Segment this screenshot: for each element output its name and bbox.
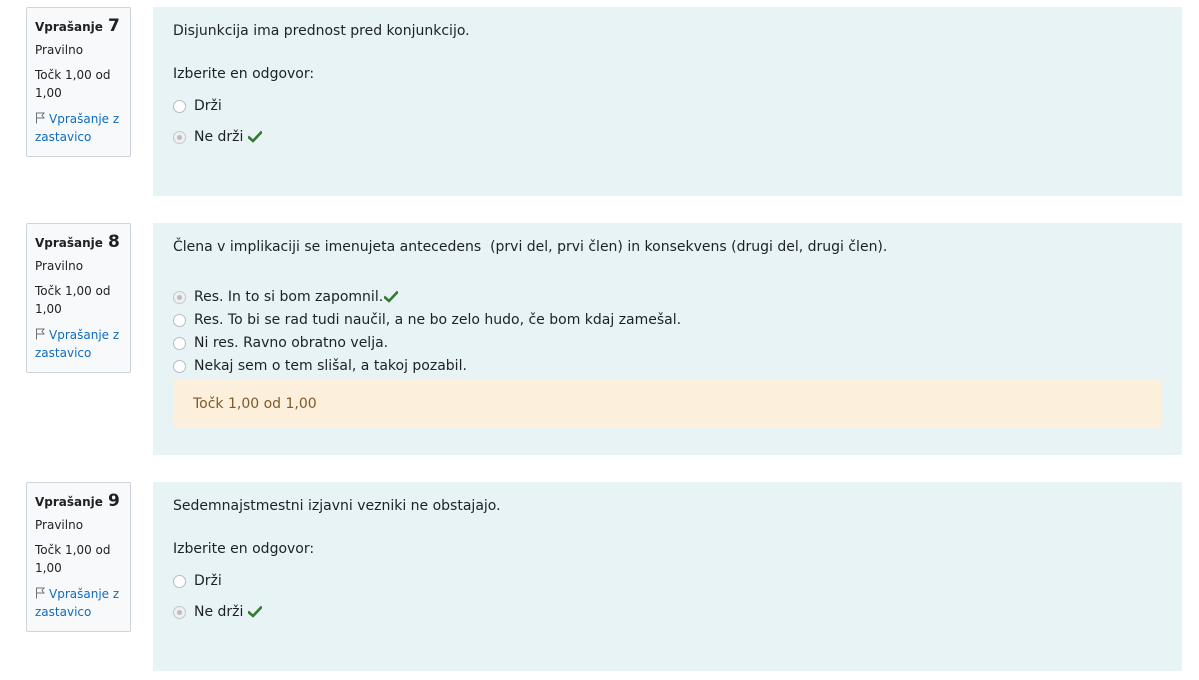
answer-option[interactable]: Ne drži	[173, 127, 1162, 147]
answer-label: Drži	[194, 573, 222, 589]
question-content: Disjunkcija ima prednost pred konjunkcij…	[153, 7, 1182, 196]
question-grade: Točk 1,00 od 1,00	[35, 68, 111, 100]
radio-icon[interactable]	[173, 290, 186, 304]
question-text: Sedemnajstmestni izjavni vezniki ne obst…	[173, 498, 501, 514]
question-label: Vprašanje	[35, 495, 103, 509]
question-number-value: 8	[108, 232, 120, 252]
answer-label: Res. To bi se rad tudi naučil, a ne bo z…	[194, 312, 682, 328]
question-state: Pravilno	[35, 518, 84, 532]
flag-question-label: Vprašanje z zastavico	[35, 328, 120, 360]
answer-options: Drži Ne drži	[173, 571, 1162, 622]
question-info: Vprašanje 8 Pravilno Točk 1,00 od 1,00 V…	[26, 223, 131, 373]
question-grade: Točk 1,00 od 1,00	[35, 543, 111, 575]
outcome-feedback: Točk 1,00 od 1,00	[173, 380, 1162, 428]
question-label: Vprašanje	[35, 236, 103, 250]
question-grade: Točk 1,00 od 1,00	[35, 284, 111, 316]
answer-label: Ne drži	[194, 604, 244, 620]
question-number-value: 9	[108, 491, 120, 511]
answer-prompt: Izberite en odgovor:	[173, 541, 315, 557]
flag-question-link[interactable]: Vprašanje z zastavico	[35, 110, 122, 146]
question-number: Vprašanje 7	[35, 16, 122, 36]
question-info: Vprašanje 9 Pravilno Točk 1,00 od 1,00 V…	[26, 482, 131, 632]
answer-option[interactable]: Ni res. Ravno obratno velja.	[173, 333, 1162, 353]
answer-option[interactable]: Res. In to si bom zapomnil.	[173, 287, 1162, 307]
check-icon	[248, 606, 263, 618]
radio-icon[interactable]	[173, 574, 186, 588]
answer-options: Drži Ne drži	[173, 96, 1162, 147]
question-number: Vprašanje 9	[35, 491, 122, 511]
answer-option[interactable]: Drži	[173, 571, 1162, 591]
flag-question-link[interactable]: Vprašanje z zastavico	[35, 326, 122, 362]
answer-prompt: Izberite en odgovor:	[173, 66, 315, 82]
answer-label: Res. In to si bom zapomnil.	[194, 289, 384, 305]
flag-question-label: Vprašanje z zastavico	[35, 587, 120, 619]
answer-label: Ni res. Ravno obratno velja.	[194, 335, 389, 351]
answer-option[interactable]: Nekaj sem o tem slišal, a takoj pozabil.	[173, 356, 1162, 376]
flag-question-label: Vprašanje z zastavico	[35, 112, 120, 144]
radio-icon[interactable]	[173, 130, 186, 144]
check-icon	[248, 131, 263, 143]
answer-label: Nekaj sem o tem slišal, a takoj pozabil.	[194, 358, 467, 374]
check-icon	[384, 291, 399, 303]
flag-icon	[36, 112, 46, 124]
question-text: Disjunkcija ima prednost pred konjunkcij…	[173, 23, 470, 39]
question-info: Vprašanje 7 Pravilno Točk 1,00 od 1,00 V…	[26, 7, 131, 157]
flag-icon	[36, 328, 46, 340]
answer-option[interactable]: Drži	[173, 96, 1162, 116]
flag-question-link[interactable]: Vprašanje z zastavico	[35, 585, 122, 621]
radio-icon[interactable]	[173, 605, 186, 619]
question-state: Pravilno	[35, 43, 84, 57]
answer-option[interactable]: Ne drži	[173, 602, 1162, 622]
question-content: Člena v implikaciji se imenujeta anteced…	[153, 223, 1182, 455]
answer-option[interactable]: Res. To bi se rad tudi naučil, a ne bo z…	[173, 310, 1162, 330]
flag-icon	[36, 587, 46, 599]
answer-label: Drži	[194, 98, 222, 114]
radio-icon[interactable]	[173, 359, 186, 373]
question-number-value: 7	[108, 16, 120, 36]
answer-label: Ne drži	[194, 129, 244, 145]
question-state: Pravilno	[35, 259, 84, 273]
radio-icon[interactable]	[173, 313, 186, 327]
question-number: Vprašanje 8	[35, 232, 122, 252]
radio-icon[interactable]	[173, 99, 186, 113]
question-text: Člena v implikaciji se imenujeta anteced…	[173, 239, 888, 255]
question-content: Sedemnajstmestni izjavni vezniki ne obst…	[153, 482, 1182, 671]
radio-icon[interactable]	[173, 336, 186, 350]
question-label: Vprašanje	[35, 20, 103, 34]
answer-options: Res. In to si bom zapomnil. Res. To bi s…	[173, 287, 1162, 376]
